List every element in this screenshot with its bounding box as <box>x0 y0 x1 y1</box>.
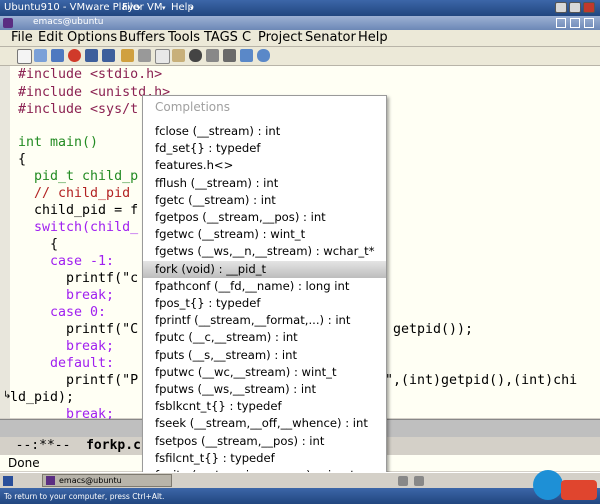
completion-item[interactable]: fsblkcnt_t{} : typedef <box>143 398 386 415</box>
code-line: switch(child_ <box>18 220 139 235</box>
new-file-icon[interactable] <box>17 49 32 64</box>
copy-icon[interactable] <box>155 49 170 64</box>
close-button[interactable] <box>583 2 595 13</box>
menu-options[interactable]: Options <box>67 30 117 45</box>
code-fragment-case0: getpid()); <box>393 322 474 337</box>
tray-icon[interactable] <box>414 476 424 486</box>
status-message: To return to your computer, press Ctrl+A… <box>4 492 165 501</box>
taskbar: emacs@ubuntu <box>0 472 600 489</box>
open-file-icon[interactable] <box>34 49 47 62</box>
minibuffer-message: Done <box>8 456 40 470</box>
minimize-button[interactable] <box>555 2 567 13</box>
save-as-icon[interactable] <box>102 49 115 62</box>
chevron-down-icon: ▾ <box>162 4 166 12</box>
mode-line-status: --:**-- <box>15 438 87 453</box>
chevron-down-icon: ▾ <box>137 4 141 12</box>
code-line: printf("P <box>18 373 139 388</box>
dired-icon[interactable] <box>51 49 64 62</box>
window-close-button[interactable] <box>584 18 594 28</box>
code-line: case 0: <box>18 305 107 320</box>
emacs-menubar: File Edit Options Buffers Tools TAGS C P… <box>0 30 600 47</box>
completion-item[interactable]: fpos_t{} : typedef <box>143 295 386 312</box>
info-icon[interactable] <box>240 49 253 62</box>
completion-item[interactable]: fgetpos (__stream,__pos) : int <box>143 209 386 226</box>
window-minimize-button[interactable] <box>556 18 566 28</box>
completions-header: Completions <box>155 100 230 114</box>
undo-icon[interactable] <box>121 49 134 62</box>
completion-item[interactable]: fputws (__ws,__stream) : int <box>143 381 386 398</box>
completion-item[interactable]: fputc (__c,__stream) : int <box>143 329 386 346</box>
code-line: printf("C <box>18 322 139 337</box>
menu-tags[interactable]: TAGS <box>204 30 238 45</box>
completion-item[interactable]: features.h<> <box>143 157 386 174</box>
code-line: printf("c <box>18 271 139 286</box>
completion-item[interactable]: fputwc (__wc,__stream) : wint_t <box>143 364 386 381</box>
menu-c[interactable]: C <box>242 30 251 45</box>
maximize-button[interactable] <box>569 2 581 13</box>
menu-help[interactable]: Help <box>358 30 388 45</box>
mode-line-buffer-name: forkp.c <box>86 438 141 453</box>
chevron-down-icon: ▾ <box>190 4 194 12</box>
window-maximize-button[interactable] <box>570 18 580 28</box>
vmware-titlebar: Ubuntu910 - VMware Player File ▾ VM ▾ He… <box>0 0 600 16</box>
completion-item[interactable]: fgetws (__ws,__n,__stream) : wchar_t* <box>143 243 386 260</box>
completion-item[interactable]: fsfilcnt_t{} : typedef <box>143 450 386 467</box>
completion-item[interactable]: fclose (__stream) : int <box>143 123 386 140</box>
print-icon[interactable] <box>206 49 219 62</box>
completions-popup: Completions fclose (__stream) : int fd_s… <box>142 95 387 489</box>
emacs-icon <box>3 18 13 28</box>
code-line: int main() <box>18 135 99 150</box>
code-line: ld_pid); <box>10 390 75 405</box>
completion-item[interactable]: fsetpos (__stream,__pos) : int <box>143 433 386 450</box>
code-line: // child_pid <box>18 186 131 201</box>
menu-edit[interactable]: Edit <box>38 30 63 45</box>
tray-icon[interactable] <box>398 476 408 486</box>
ithelp-logo <box>533 466 600 504</box>
menu-tools[interactable]: Tools <box>168 30 200 45</box>
completion-item[interactable]: fseek (__stream,__off,__whence) : int <box>143 415 386 432</box>
code-line: #include <sys/t <box>18 102 139 117</box>
menu-file[interactable]: File <box>11 30 33 45</box>
show-desktop-icon[interactable] <box>3 476 13 486</box>
code-line: { <box>18 152 27 167</box>
close-icon[interactable] <box>68 49 81 62</box>
completion-item[interactable]: fgetc (__stream) : int <box>143 192 386 209</box>
menu-buffers[interactable]: Buffers <box>119 30 165 45</box>
preferences-icon[interactable] <box>223 49 236 62</box>
completion-item-selected[interactable]: fork (void) : __pid_t <box>143 260 386 278</box>
completion-item[interactable]: fpathconf (__fd,__name) : long int <box>143 278 386 295</box>
code-line: default: <box>18 356 115 371</box>
taskbar-item-label: emacs@ubuntu <box>59 476 122 485</box>
code-line: case -1: <box>18 254 115 269</box>
menu-project[interactable]: Project <box>258 30 302 45</box>
menu-senator[interactable]: Senator <box>305 30 356 45</box>
left-fringe <box>0 66 10 418</box>
vmware-statusbar: To return to your computer, press Ctrl+A… <box>0 488 600 504</box>
completion-item[interactable]: fflush (__stream) : int <box>143 175 386 192</box>
code-fragment-default: ",(int)getpid(),(int)chi <box>385 373 578 388</box>
help-icon[interactable] <box>257 49 270 62</box>
emacs-toolbar <box>0 47 600 66</box>
emacs-window-titlebar: emacs@ubuntu <box>0 16 600 30</box>
search-icon[interactable] <box>189 49 202 62</box>
code-line: break; <box>18 288 115 303</box>
completion-item[interactable]: fgetwc (__stream) : wint_t <box>143 226 386 243</box>
paste-icon[interactable] <box>172 49 185 62</box>
emacs-icon <box>46 476 55 485</box>
code-line: #include <stdio.h> <box>18 67 163 82</box>
save-icon[interactable] <box>85 49 98 62</box>
code-line: { <box>18 237 59 252</box>
vmware-menu-vm[interactable]: VM <box>147 2 162 13</box>
cut-icon[interactable] <box>138 49 151 62</box>
code-line: break; <box>18 339 115 354</box>
completion-item[interactable]: fputs (__s,__stream) : int <box>143 347 386 364</box>
completion-item[interactable]: fprintf (__stream,__format,...) : int <box>143 312 386 329</box>
completion-item[interactable]: fd_set{} : typedef <box>143 140 386 157</box>
continuation-arrow-icon: ↳ <box>3 390 12 401</box>
code-line: pid_t child_p <box>18 169 139 184</box>
taskbar-item-emacs[interactable]: emacs@ubuntu <box>42 474 172 487</box>
emacs-window-title: emacs@ubuntu <box>33 17 104 27</box>
code-line: child_pid = f <box>18 203 139 218</box>
